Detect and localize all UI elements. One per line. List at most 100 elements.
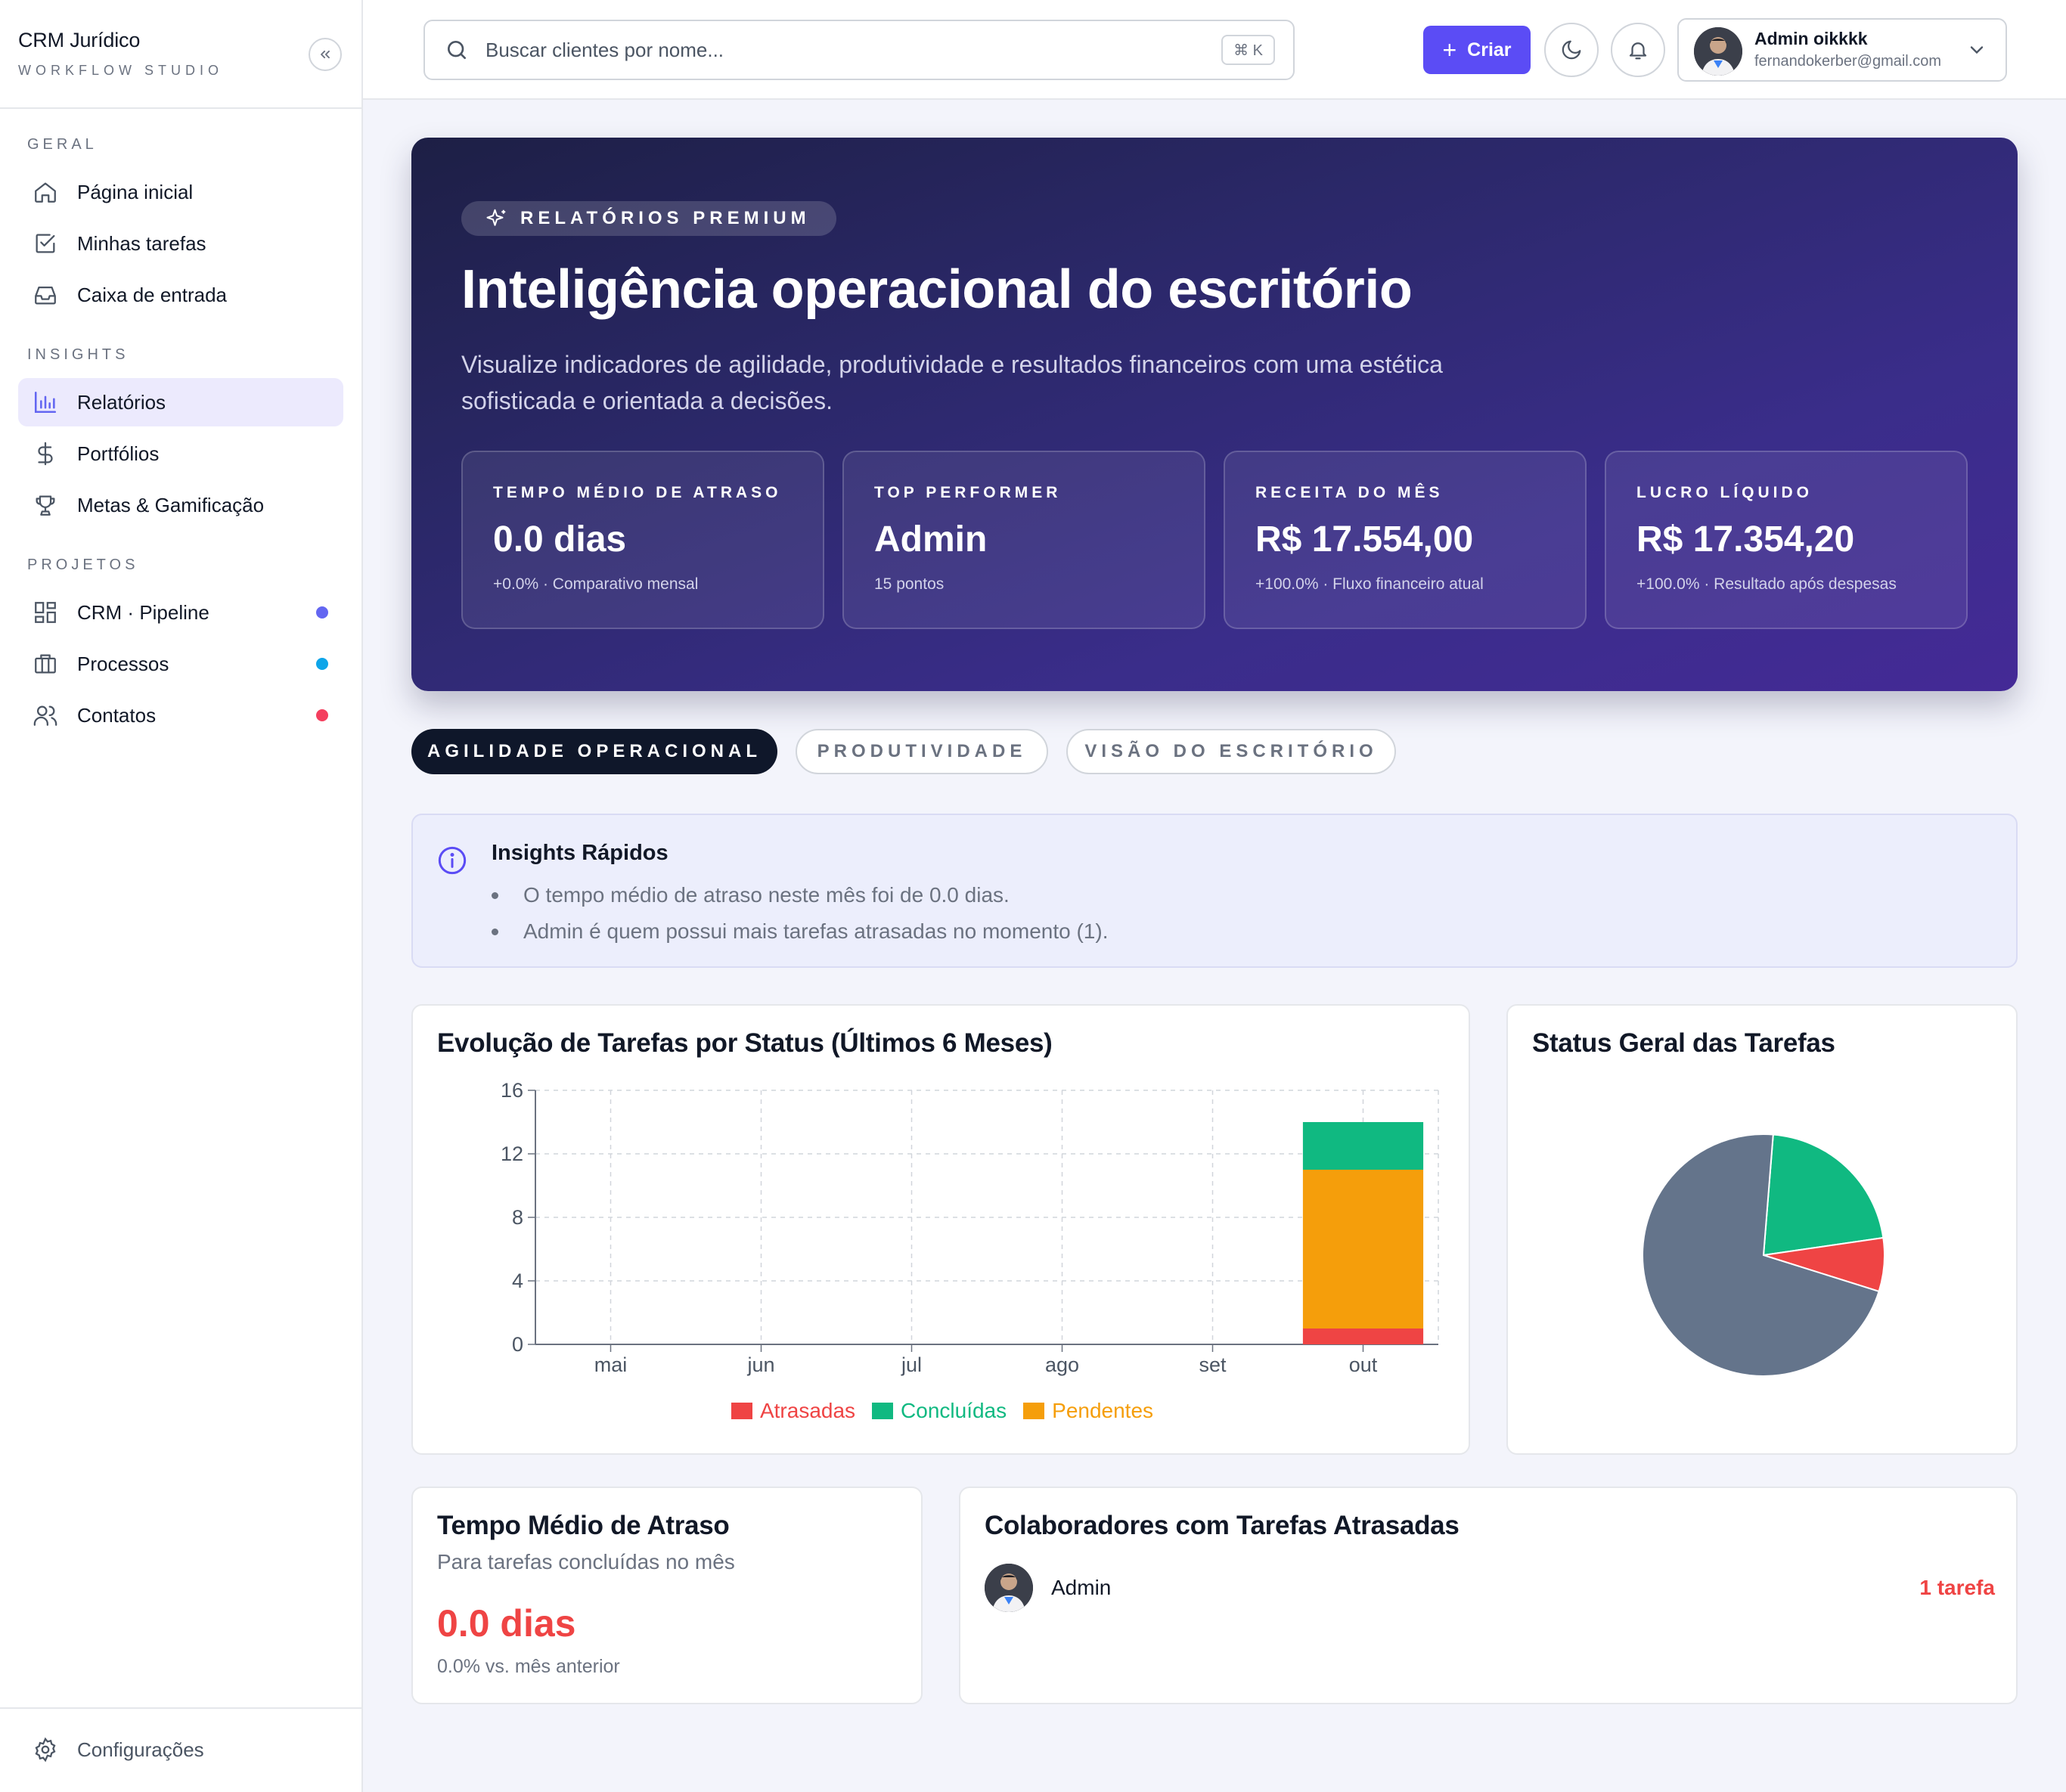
y-tick-label: 8 bbox=[512, 1206, 523, 1229]
insights-list: O tempo médio de atraso neste mês foi de… bbox=[492, 877, 1108, 950]
late-collaborators-card: Colaboradores com Tarefas Atrasadas Admi… bbox=[959, 1487, 2018, 1704]
card-subtitle: Para tarefas concluídas no mês bbox=[437, 1550, 735, 1573]
legend-swatch bbox=[731, 1403, 752, 1419]
sidebar-item-settings[interactable]: Configurações bbox=[18, 1725, 343, 1774]
status-dot bbox=[316, 658, 328, 670]
legend-item[interactable]: Pendentes bbox=[1023, 1399, 1153, 1423]
x-tick-label: jul bbox=[901, 1353, 922, 1376]
collapse-sidebar-button[interactable] bbox=[309, 38, 342, 71]
y-tick-label: 4 bbox=[512, 1270, 523, 1292]
nav-section-geral: GERAL bbox=[27, 136, 98, 153]
search-icon bbox=[448, 41, 466, 59]
sidebar-item-label: Contatos bbox=[77, 703, 157, 727]
bell-icon bbox=[1629, 42, 1647, 60]
sidebar-item-processes[interactable]: Processos bbox=[18, 640, 343, 688]
hero-banner: RELATÓRIOS PREMIUM Inteligência operacio… bbox=[411, 138, 2018, 691]
kpi-card: TOP PERFORMER Admin 15 pontos bbox=[842, 451, 1205, 629]
x-tick-label: set bbox=[1199, 1353, 1227, 1376]
premium-badge-label: RELATÓRIOS PREMIUM bbox=[520, 208, 811, 228]
topbar: Buscar clientes por nome... ⌘ K + Criar … bbox=[363, 0, 2066, 100]
nav-section-projects: PROJETOS bbox=[27, 557, 139, 573]
kpi-card: RECEITA DO MÊS R$ 17.554,00 +100.0% · Fl… bbox=[1224, 451, 1587, 629]
trophy-icon bbox=[32, 491, 59, 519]
brand: CRM Jurídico WORKFLOW STUDIO bbox=[0, 0, 361, 109]
kpi-label: RECEITA DO MÊS bbox=[1255, 484, 1444, 501]
status-pie-card: Status Geral das Tarefas bbox=[1506, 1004, 2018, 1455]
x-tick-label: mai bbox=[594, 1353, 628, 1376]
sidebar-item-inbox[interactable]: Caixa de entrada bbox=[18, 271, 343, 319]
kpi-value: 0.0 dias bbox=[493, 519, 627, 560]
average-delay-card: Tempo Médio de Atraso Para tarefas concl… bbox=[411, 1487, 923, 1704]
sidebar-item-label: Portfólios bbox=[77, 442, 160, 465]
kpi-label: TEMPO MÉDIO DE ATRASO bbox=[493, 484, 782, 501]
evolution-chart-card: Evolução de Tarefas por Status (Últimos … bbox=[411, 1004, 1470, 1455]
sidebar-item-label: Relatórios bbox=[77, 390, 166, 414]
list-item: Admin é quem possui mais tarefas atrasad… bbox=[492, 913, 1108, 950]
plus-icon: + bbox=[1442, 36, 1457, 64]
x-tick-label: out bbox=[1349, 1353, 1378, 1376]
sidebar-item-label: Configurações bbox=[77, 1738, 204, 1761]
pie-slice[interactable] bbox=[1762, 1133, 1885, 1257]
user-menu[interactable]: Admin oikkkk fernandokerber@gmail.com bbox=[1677, 18, 2007, 82]
kpi-subtext: +100.0% · Fluxo financeiro atual bbox=[1255, 575, 1484, 593]
user-email: fernandokerber@gmail.com bbox=[1754, 53, 1942, 70]
sidebar-item-contacts[interactable]: Contatos bbox=[18, 691, 343, 739]
brand-title: CRM Jurídico bbox=[18, 29, 141, 51]
grid-icon bbox=[32, 599, 59, 626]
avatar bbox=[1694, 27, 1742, 76]
theme-toggle-button[interactable] bbox=[1544, 23, 1599, 77]
kpi-value: Admin bbox=[874, 519, 988, 560]
sidebar-footer: Configurações bbox=[0, 1707, 361, 1792]
sidebar-item-label: Processos bbox=[77, 652, 169, 675]
keyboard-shortcut: ⌘ K bbox=[1221, 35, 1275, 65]
y-tick-label: 16 bbox=[501, 1079, 523, 1102]
delay-value: 0.0 dias bbox=[437, 1602, 576, 1645]
nav-section-insights: INSIGHTS bbox=[27, 346, 129, 363]
legend-item[interactable]: Concluídas bbox=[872, 1399, 1007, 1423]
legend-item[interactable]: Atrasadas bbox=[731, 1399, 855, 1423]
collaborator-row[interactable]: Admin 1 tarefa bbox=[985, 1564, 1995, 1612]
brand-subtitle: WORKFLOW STUDIO bbox=[18, 63, 223, 78]
tab-agilidade-operacional[interactable]: AGILIDADE OPERACIONAL bbox=[411, 729, 777, 774]
bar-segment-atrasadas bbox=[1302, 1328, 1424, 1344]
checkbox-icon bbox=[32, 230, 59, 257]
inbox-icon bbox=[32, 281, 59, 308]
sidebar-item-label: CRM · Pipeline bbox=[77, 600, 209, 624]
sidebar-item-crm-pipeline[interactable]: CRM · Pipeline bbox=[18, 588, 343, 637]
x-tick-label: ago bbox=[1045, 1353, 1079, 1376]
sidebar-item-portfolios[interactable]: Portfólios bbox=[18, 429, 343, 478]
notifications-button[interactable] bbox=[1611, 23, 1665, 77]
chart-legend: Atrasadas Concluídas Pendentes bbox=[413, 1399, 1472, 1423]
x-tick-label: jun bbox=[746, 1353, 774, 1376]
create-button-label: Criar bbox=[1467, 39, 1512, 60]
home-icon bbox=[32, 178, 59, 206]
kpi-subtext: 15 pontos bbox=[874, 575, 945, 593]
kpi-label: TOP PERFORMER bbox=[874, 484, 1062, 501]
sidebar-item-home[interactable]: Página inicial bbox=[18, 168, 343, 216]
kpi-label: LUCRO LÍQUIDO bbox=[1636, 484, 1813, 501]
y-tick-label: 12 bbox=[501, 1142, 523, 1165]
info-icon bbox=[438, 846, 467, 875]
sidebar-item-label: Metas & Gamificação bbox=[77, 493, 265, 516]
search-input[interactable]: Buscar clientes por nome... ⌘ K bbox=[423, 20, 1295, 80]
y-tick-label: 0 bbox=[512, 1333, 523, 1356]
status-dot bbox=[316, 606, 328, 619]
premium-badge: RELATÓRIOS PREMIUM bbox=[461, 201, 836, 236]
chevrons-left-icon bbox=[321, 50, 330, 59]
sidebar-item-label: Página inicial bbox=[77, 180, 194, 203]
kpi-value: R$ 17.554,00 bbox=[1255, 519, 1474, 560]
kpi-card: LUCRO LÍQUIDO R$ 17.354,20 +100.0% · Res… bbox=[1605, 451, 1968, 629]
sidebar-item-tasks[interactable]: Minhas tarefas bbox=[18, 219, 343, 268]
create-button[interactable]: + Criar bbox=[1423, 26, 1531, 74]
avatar bbox=[985, 1564, 1033, 1612]
sidebar-item-goals[interactable]: Metas & Gamificação bbox=[18, 481, 343, 529]
user-name: Admin oikkkk bbox=[1754, 29, 1868, 48]
bar-segment-pendentes bbox=[1302, 1170, 1424, 1328]
tab-produtividade[interactable]: PRODUTIVIDADE bbox=[796, 729, 1048, 774]
sidebar-item-reports[interactable]: Relatórios bbox=[18, 378, 343, 426]
quick-insights: Insights Rápidos O tempo médio de atraso… bbox=[411, 814, 2018, 968]
late-task-count: 1 tarefa bbox=[1919, 1576, 1995, 1599]
tab-visao-escritorio[interactable]: VISÃO DO ESCRITÓRIO bbox=[1066, 729, 1396, 774]
moon-icon bbox=[1562, 40, 1581, 60]
delay-comparison: 0.0% vs. mês anterior bbox=[437, 1656, 620, 1677]
